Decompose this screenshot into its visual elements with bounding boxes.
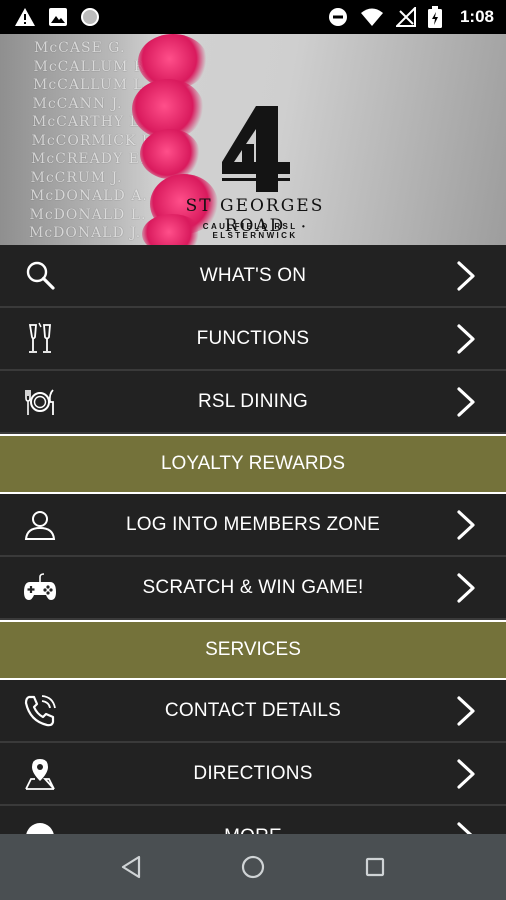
dining-icon xyxy=(22,384,58,420)
more-icon xyxy=(22,819,58,834)
circle-icon xyxy=(81,8,99,26)
chevron-right-icon xyxy=(456,323,476,354)
chevron-right-icon xyxy=(456,695,476,726)
menu-item-directions[interactable]: DIRECTIONS xyxy=(0,743,506,806)
back-button[interactable] xyxy=(116,852,146,882)
section-header-services[interactable]: SERVICES xyxy=(0,620,506,680)
menu-item-rsl-dining[interactable]: RSL DINING xyxy=(0,371,506,434)
menu-item-label: WHAT'S ON xyxy=(199,264,307,286)
menu-item-what-s-on[interactable]: WHAT'S ON xyxy=(0,245,506,308)
menu-item-more[interactable]: MORE xyxy=(0,806,506,834)
memorial-name: McDONALD L. xyxy=(29,206,147,223)
menu-item-scratch-win-game[interactable]: SCRATCH & WIN GAME! xyxy=(0,557,506,620)
menu-item-label: SCRATCH & WIN GAME! xyxy=(142,576,364,598)
memorial-name: McCREADY E. xyxy=(31,151,146,167)
user-icon xyxy=(22,507,58,543)
no-signal-icon xyxy=(395,7,416,27)
menu-item-label: DIRECTIONS xyxy=(193,762,313,784)
memorial-name: McCALLUM R. xyxy=(33,58,151,75)
chevron-right-icon xyxy=(456,260,476,291)
clock: 1:08 xyxy=(459,7,494,26)
memorial-name: McDONALD A. xyxy=(30,188,148,204)
home-button[interactable] xyxy=(238,852,268,882)
menu-item-label: LOG INTO MEMBERS ZONE xyxy=(125,513,381,535)
back-icon xyxy=(121,855,141,879)
memorial-name: McCANN J. xyxy=(32,95,123,112)
header-banner: McCASE G. McCALLUM R. McCALLUM L. McCANN J.… xyxy=(0,34,506,245)
section-header-loyalty-rewards[interactable]: LOYALTY REWARDS xyxy=(0,434,506,494)
memorial-name: McCASE G. xyxy=(34,40,126,56)
do-not-disturb-icon xyxy=(328,8,347,26)
menu-item-label: CONTACT DETAILS xyxy=(164,699,342,721)
home-icon xyxy=(241,855,265,879)
memorial-name: McCARTHY L. xyxy=(32,114,146,130)
recents-icon xyxy=(365,857,385,877)
section-label: SERVICES xyxy=(205,639,301,660)
status-bar: 1:08 xyxy=(0,0,506,34)
main-menu: WHAT'S ON FUNCTIONS RSL DINING LOYALTY REWA… xyxy=(0,245,506,834)
search-icon xyxy=(22,258,58,294)
wifi-icon xyxy=(360,8,383,26)
map-pin-icon xyxy=(22,756,58,792)
phone-icon xyxy=(22,693,58,729)
gamepad-icon xyxy=(22,570,58,606)
logo-subtitle: CAULFIELD RSL • ELSTERNWICK xyxy=(202,222,308,240)
battery-icon xyxy=(427,6,442,28)
champagne-glasses-icon xyxy=(22,321,58,357)
image-icon xyxy=(49,8,67,26)
chevron-right-icon xyxy=(456,572,476,603)
menu-item-label: RSL DINING xyxy=(197,390,309,412)
memorial-name: McDONALD J. xyxy=(29,225,142,241)
section-label: LOYALTY REWARDS xyxy=(160,453,346,474)
memorial-name: McCALLUM L. xyxy=(33,77,150,93)
menu-item-label: MORE xyxy=(224,826,282,835)
menu-item-log-into-members-zone[interactable]: LOG INTO MEMBERS ZONE xyxy=(0,494,506,557)
chevron-right-icon xyxy=(456,758,476,789)
recents-button[interactable] xyxy=(360,852,390,882)
menu-item-contact-details[interactable]: CONTACT DETAILS xyxy=(0,680,506,743)
logo: ST GEORGES ROAD CAULFIELD RSL • ELSTERNW… xyxy=(160,104,350,240)
chevron-right-icon xyxy=(456,386,476,417)
menu-item-functions[interactable]: FUNCTIONS xyxy=(0,308,506,371)
menu-item-label: FUNCTIONS xyxy=(196,327,310,349)
memorial-name: McCRUM J. xyxy=(30,169,123,186)
memorial-name: McCORMICK E. xyxy=(31,132,159,149)
warning-icon xyxy=(15,8,35,26)
logo-four-icon xyxy=(222,106,290,192)
navigation-bar xyxy=(0,834,506,900)
chevron-right-icon xyxy=(456,509,476,540)
chevron-right-icon xyxy=(456,821,476,834)
